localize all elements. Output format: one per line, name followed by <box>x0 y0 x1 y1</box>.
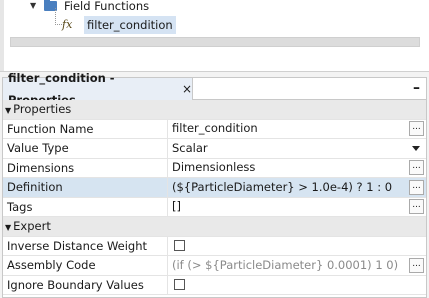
property-name: Definition <box>3 178 168 197</box>
close-icon[interactable]: × <box>182 78 192 100</box>
ellipsis-button[interactable]: ... <box>409 257 424 273</box>
properties-panel: filter_condition - Properties × – ▼Prope… <box>2 71 427 298</box>
tree-label-filter-condition: filter_condition <box>84 16 176 34</box>
property-row-tags[interactable]: Tags [] ... <box>3 197 426 217</box>
property-name: Inverse Distance Weight <box>3 236 168 255</box>
section-label: Expert <box>13 219 51 234</box>
collapse-arrow-icon[interactable]: ▼ <box>5 223 11 232</box>
ellipsis-button[interactable]: ... <box>409 160 424 176</box>
property-value[interactable]: (${ParticleDiameter} > 1.0e-4) ? 1 : 0 <box>168 178 409 198</box>
tree-label-field-functions: Field Functions <box>64 0 150 13</box>
section-properties[interactable]: ▼ Properties <box>3 100 426 120</box>
tab-bar: filter_condition - Properties × – <box>3 71 426 107</box>
ellipsis-button[interactable]: ... <box>409 121 424 137</box>
property-name: Dimensions <box>3 158 168 177</box>
property-value[interactable]: Dimensionless <box>168 158 409 178</box>
function-icon: fx <box>62 18 73 31</box>
property-row-definition[interactable]: Definition (${ParticleDiameter} > 1.0e-4… <box>3 178 426 198</box>
property-name: Tags <box>3 197 168 216</box>
tree-panel: ▼ Field Functions fx filter_condition <box>0 0 429 72</box>
property-value: (if (> ${ParticleDiameter} 0.0001) 1 0) <box>172 257 399 272</box>
property-value[interactable]: filter_condition <box>168 119 409 139</box>
property-value[interactable]: [] <box>168 197 409 217</box>
property-row-dimensions[interactable]: Dimensions Dimensionless ... <box>3 158 426 178</box>
property-name: Function Name <box>3 119 168 138</box>
ellipsis-button[interactable]: ... <box>409 199 424 215</box>
expand-arrow-icon[interactable]: ▼ <box>30 0 44 15</box>
property-value[interactable]: Scalar <box>168 139 412 159</box>
tree-row-filter-condition[interactable]: fx filter_condition <box>62 16 176 34</box>
property-row-ignore-boundary-values[interactable]: Ignore Boundary Values <box>3 275 426 295</box>
property-name: Assembly Code <box>3 256 168 275</box>
checkbox[interactable] <box>174 279 185 291</box>
tab-properties[interactable]: filter_condition - Properties × <box>3 71 193 107</box>
property-row-assembly-code[interactable]: Assembly Code (if (> ${ParticleDiameter}… <box>3 256 426 276</box>
property-row-inverse-distance-weight[interactable]: Inverse Distance Weight <box>3 236 426 256</box>
property-row-value-type[interactable]: Value Type Scalar <box>3 139 426 159</box>
property-value <box>168 279 426 291</box>
property-row-function-name[interactable]: Function Name filter_condition ... <box>3 119 426 139</box>
tree-row-field-functions[interactable]: ▼ Field Functions <box>30 0 149 15</box>
ellipsis-button[interactable]: ... <box>409 179 424 195</box>
section-label: Properties <box>13 102 72 117</box>
minimize-icon[interactable]: – <box>413 80 420 96</box>
checkbox[interactable] <box>174 240 185 252</box>
horizontal-scrollbar[interactable] <box>10 37 420 47</box>
property-name: Ignore Boundary Values <box>3 275 168 294</box>
dropdown-arrow-icon[interactable] <box>412 145 420 151</box>
property-value <box>168 240 426 252</box>
collapse-arrow-icon[interactable]: ▼ <box>5 106 11 115</box>
section-expert[interactable]: ▼ Expert <box>3 217 426 237</box>
property-name: Value Type <box>3 139 168 158</box>
